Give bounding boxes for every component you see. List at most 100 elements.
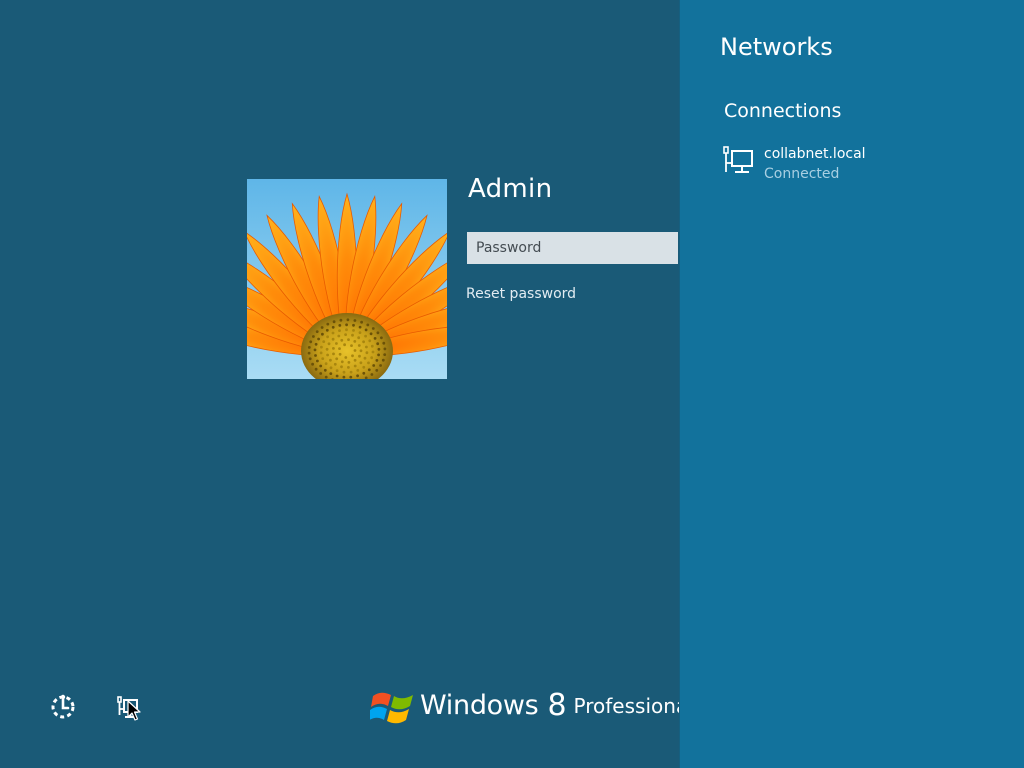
flower-seed — [382, 341, 386, 345]
flower-seed — [353, 319, 357, 322]
networks-panel: Networks Connections collabnet.local Con… — [679, 0, 1024, 768]
flower-seed — [307, 351, 311, 355]
flower-seed — [342, 370, 346, 374]
user-name: Admin — [468, 174, 553, 204]
flower-seed — [350, 344, 353, 347]
flower-seed — [326, 322, 330, 326]
flower-seed — [375, 369, 379, 372]
flower-seed — [342, 375, 346, 379]
flower-seed — [331, 337, 335, 341]
network-button[interactable] — [110, 690, 144, 724]
flower-seed — [331, 325, 335, 329]
flower-seed — [314, 342, 318, 346]
connection-item[interactable]: collabnet.local Connected — [722, 144, 992, 188]
flower-seed — [363, 356, 367, 360]
user-avatar — [247, 179, 447, 379]
flower-seed — [319, 372, 323, 375]
flower-seed — [340, 360, 344, 364]
flower-seed — [339, 318, 343, 322]
ease-of-access-icon — [51, 694, 75, 719]
flower-seed — [352, 329, 355, 332]
flower-seed — [352, 323, 355, 327]
flower-seed — [335, 369, 339, 373]
flower-seed — [383, 353, 387, 356]
flower-seed — [353, 358, 357, 362]
windows-logo: Windows 8 Professional — [370, 682, 694, 726]
flower-seed — [335, 374, 339, 378]
flower-seed — [369, 332, 373, 336]
flower-seed — [349, 375, 353, 379]
flower-seed — [316, 359, 319, 363]
flower-seed — [370, 344, 374, 348]
flower-seed — [312, 335, 315, 338]
flower-seed — [311, 362, 314, 366]
flower-seed — [344, 333, 347, 336]
flower-seed — [317, 337, 320, 341]
connections-heading: Connections — [724, 100, 842, 122]
flower-seed — [367, 368, 371, 372]
flower-seed — [347, 338, 350, 341]
flower-seed — [373, 337, 377, 340]
flower-picture — [247, 179, 447, 379]
flower-seed — [332, 320, 336, 324]
windows-flag-icon — [370, 692, 413, 724]
flower-seed — [338, 329, 341, 332]
windows-wordmark: Windows — [420, 690, 539, 721]
reset-password-link[interactable]: Reset password — [466, 286, 576, 302]
flower-seed — [351, 333, 354, 337]
flower-seed — [321, 357, 325, 360]
flower-seed — [376, 342, 380, 346]
flower-seed — [371, 350, 375, 354]
flower-seed — [320, 345, 323, 349]
flower-seed — [319, 351, 323, 355]
flower-seed — [338, 347, 341, 350]
flower-seed — [376, 331, 380, 335]
flower-seed — [362, 371, 366, 375]
flower-seed — [377, 347, 381, 351]
flower-seed — [360, 320, 363, 324]
flower-seed — [368, 339, 372, 343]
windows-version: 8 — [547, 688, 567, 723]
flower-seed — [370, 373, 374, 376]
flower-seed — [372, 364, 376, 367]
flower-seed — [333, 362, 337, 366]
flower-seed — [364, 334, 367, 338]
flower-seed — [335, 357, 339, 361]
flower-seed — [315, 330, 319, 333]
flower-seed — [345, 323, 348, 327]
flower-seed — [307, 346, 311, 349]
flower-seed — [314, 367, 318, 371]
flower-seed — [323, 368, 327, 372]
flower-seed — [349, 370, 353, 374]
flower-seed — [332, 352, 335, 356]
panel-title: Networks — [720, 33, 833, 61]
flower-seed — [365, 351, 369, 355]
flower-seed — [345, 328, 348, 332]
flower-seed — [321, 332, 324, 336]
flower-seed — [324, 362, 328, 366]
flower-seed — [314, 354, 317, 357]
flower-seed — [362, 365, 366, 369]
flower-seed — [324, 375, 328, 379]
flower-seed — [335, 342, 338, 345]
flower-seed — [326, 335, 329, 339]
network-icon — [117, 696, 138, 718]
flower-seed — [326, 353, 329, 357]
flower-seed — [338, 352, 342, 356]
flower-seed — [359, 349, 363, 353]
flower-seed — [329, 372, 333, 375]
lock-screen: Admin Reset password Windows 8 Professio… — [0, 0, 1024, 768]
ease-of-access-button[interactable] — [46, 690, 80, 724]
password-field[interactable] — [467, 232, 678, 264]
flower-seed — [309, 340, 313, 344]
flower-seed — [340, 338, 344, 342]
flower-seed — [379, 364, 382, 367]
flower-seed — [366, 323, 370, 327]
flower-seed — [356, 374, 359, 378]
flower-seed — [381, 358, 385, 362]
flower-seed — [313, 348, 317, 352]
connection-status: Connected — [764, 166, 840, 182]
flower-seed — [343, 343, 346, 347]
flower-seed — [364, 328, 368, 332]
connection-name: collabnet.local — [764, 146, 866, 162]
